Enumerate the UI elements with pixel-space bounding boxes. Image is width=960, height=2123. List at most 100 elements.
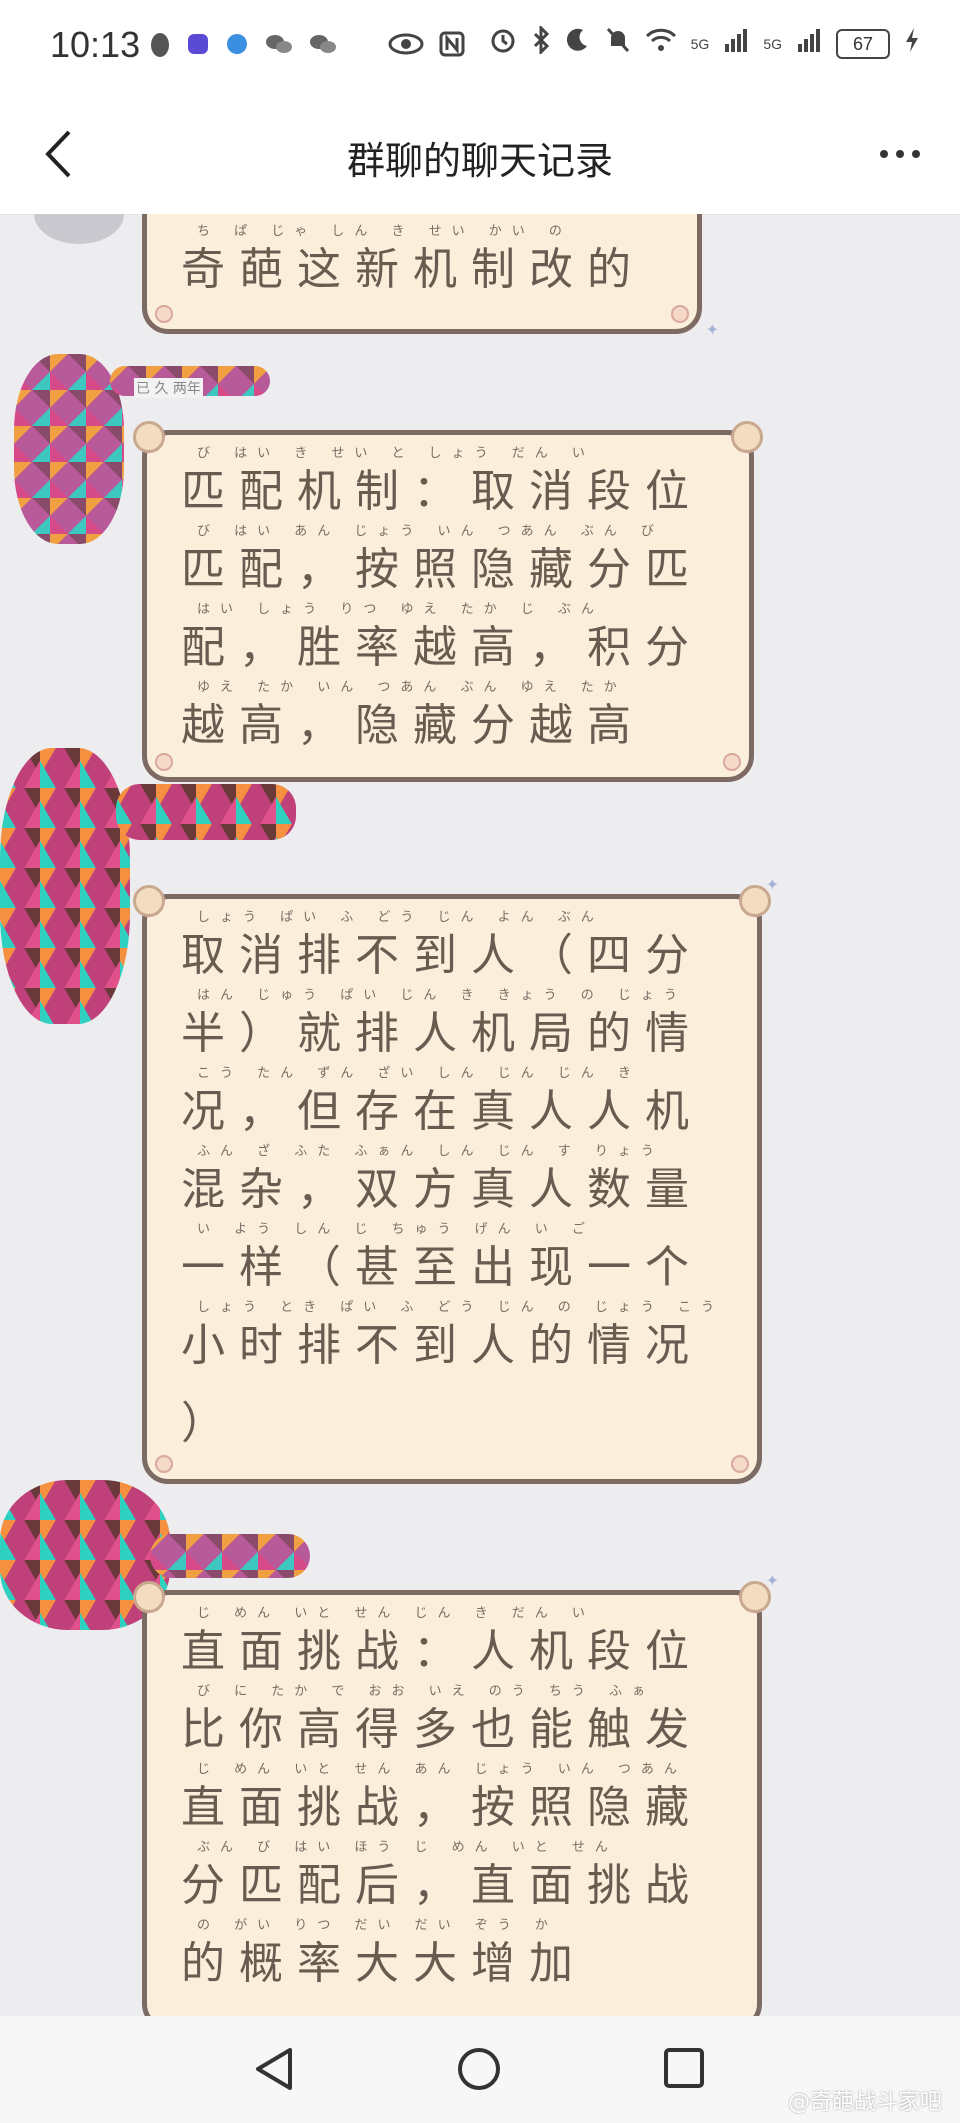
status-icons-right: 5G 5G 67 — [489, 24, 920, 61]
message-ruby: はん じゅう ぱい じん き きょう の じょう — [197, 988, 687, 1003]
message-line: こう たん ずん ざい しん じん じん き 况，但存在真人人机 — [181, 1067, 733, 1151]
avatar[interactable] — [14, 354, 124, 544]
sparkle-icon: ✦ — [705, 320, 719, 339]
message-ruby: はい しょう りつ ゆえ たか じ ぶん — [197, 602, 604, 617]
message-line: び はい あん じょう いん つあん ぶん び 匹配，按照隐藏分匹 — [181, 525, 725, 609]
message-line: び はい き せい と しょう だん い 匹配机制：取消段位 — [181, 447, 725, 531]
message-line: しょう ぱい ふ どう じん よん ぶん 取消排不到人（四分 — [181, 911, 733, 995]
message-line: しょう とき ぱい ふ どう じん の じょう こう 小时排不到人的情况 — [181, 1301, 733, 1385]
message-text: 奇葩这新机制改的 — [181, 244, 645, 295]
page-title: 群聊的聊天记录 — [346, 139, 613, 183]
home-circle-icon[interactable] — [456, 2046, 502, 2096]
message-text: 半）就排人机局的情 — [181, 1008, 703, 1059]
wechat-icon — [264, 30, 294, 65]
message-text: 匹配机制：取消段位 — [181, 466, 703, 517]
message-text: 的概率大大增加 — [181, 1938, 587, 1989]
bubble-decoration — [155, 305, 173, 323]
sparkle-icon: ✦ — [765, 1571, 779, 1590]
message-ruby: い よう しん じ ちゅう げん い ご — [197, 1222, 595, 1237]
message-text: 取消排不到人（四分 — [181, 930, 703, 981]
message-line: じ めん いと せん じん き だん い 直面挑战：人机段位 — [181, 1607, 733, 1691]
eye-icon — [388, 30, 424, 65]
avatar[interactable] — [34, 214, 124, 244]
back-triangle-icon[interactable] — [252, 2046, 298, 2096]
browser-icon — [224, 30, 250, 65]
status-bar: 10:13 5G 5G 67 — [0, 0, 960, 96]
message-ruby: び に たか で おお いえ のう ちう ふぁ — [197, 1684, 656, 1699]
message-line: はい しょう りつ ゆえ たか じ ぶん 配，胜率越高，积分 — [181, 603, 725, 687]
message-ruby: こう たん ずん ざい しん じん じん き — [197, 1066, 641, 1081]
avatar-flag-decoration — [150, 1534, 310, 1578]
chat-header: 群聊的聊天记录 — [0, 96, 960, 215]
battery-level: 67 — [836, 28, 890, 59]
bubble-decoration — [723, 753, 741, 771]
signal-icon — [723, 26, 749, 61]
message-line: ゆえ たか いん つあん ぶん ゆえ たか 越高，隐藏分越高 — [181, 681, 725, 765]
message-line: ） — [181, 1385, 733, 1463]
message-ruby: び はい あん じょう いん つあん ぶん び — [197, 524, 664, 539]
message-line: ふん ざ ふた ふぁん しん じん す りょう 混杂，双方真人数量 — [181, 1145, 733, 1229]
message-ruby: じ めん いと せん あん じょう いん つあん — [197, 1762, 687, 1777]
nfc-icon — [438, 30, 466, 65]
charging-icon — [904, 26, 920, 61]
bluetooth-icon — [531, 24, 551, 61]
wechat-icon — [308, 30, 338, 65]
message-text: 比你高得多也能触发 — [181, 1704, 703, 1755]
signal-icon — [796, 26, 822, 61]
message-bubble[interactable]: しょう ぱい ふ どう じん よん ぶん 取消排不到人（四分 はん じゅう ぱい… — [133, 875, 779, 1484]
alarm-icon — [489, 26, 517, 61]
message-line: ぶん び はい ほう じ めん いと せん 分匹配后，直面挑战 — [181, 1841, 733, 1925]
message-line: い よう しん じ ちゅう げん い ご 一样（甚至出现一个 — [181, 1223, 733, 1307]
wifi-icon — [645, 26, 677, 61]
sparkle-icon: ✦ — [765, 875, 779, 894]
mute-bell-icon — [605, 26, 631, 61]
message-ruby: ち ぱ じゃ しん き せい かい の — [197, 224, 572, 239]
message-line: はん じゅう ぱい じん き きょう の じょう 半）就排人机局的情 — [181, 989, 733, 1073]
message-bubble[interactable]: び はい き せい と しょう だん い 匹配机制：取消段位 び はい あん じ… — [133, 421, 763, 782]
message-ruby: ゆえ たか いん つあん ぶん ゆえ たか — [197, 680, 627, 695]
penguin-icon — [148, 30, 172, 65]
bubble-decoration — [671, 305, 689, 323]
chat-history[interactable]: ち ぱ じゃ しん き せい かい の 奇葩这新机制改的 ✦ 已 久 两年 び … — [0, 214, 960, 2016]
message-text: 小时排不到人的情况 — [181, 1320, 703, 1371]
message-ruby: しょう とき ぱい ふ どう じん の じょう こう — [197, 1300, 725, 1315]
avatar[interactable] — [0, 748, 130, 1024]
message-ruby: の がい りつ だい だい ぞう か — [197, 1918, 558, 1933]
message-line: の がい りつ だい だい ぞう か 的概率大大增加 — [181, 1919, 733, 2003]
moon-icon — [565, 26, 591, 61]
bubble-decoration — [155, 1455, 173, 1473]
status-icons-left — [148, 30, 466, 65]
message-line: じ めん いと せん あん じょう いん つあん 直面挑战，按照隐藏 — [181, 1763, 733, 1847]
message-line: ち ぱ じゃ しん き せい かい の 奇葩这新机制改的 — [181, 225, 673, 309]
message-text: ） — [181, 1398, 239, 1449]
more-options-icon[interactable] — [864, 130, 936, 178]
bubble-decoration — [155, 753, 173, 771]
message-text: 配，胜率越高，积分 — [181, 622, 703, 673]
message-ruby: ぶん び はい ほう じ めん いと せん — [197, 1840, 618, 1855]
message-ruby: ふん ざ ふた ふぁん しん じん す りょう — [197, 1144, 664, 1159]
message-text: 直面挑战：人机段位 — [181, 1626, 703, 1677]
message-text: 越高，隐藏分越高 — [181, 700, 645, 751]
message-bubble[interactable]: じ めん いと せん じん き だん い 直面挑战：人机段位 び に たか で … — [133, 1571, 779, 2016]
status-time: 10:13 — [50, 24, 141, 65]
tieba-icon — [186, 30, 210, 65]
message-ruby: しょう ぱい ふ どう じん よん ぶん — [197, 910, 604, 925]
message-ruby: び はい き せい と しょう だん い — [197, 446, 595, 461]
message-line: び に たか で おお いえ のう ちう ふぁ 比你高得多也能触发 — [181, 1685, 733, 1769]
watermark: @奇葩战斗家吧 — [787, 2090, 942, 2115]
message-text: 混杂，双方真人数量 — [181, 1164, 703, 1215]
recent-square-icon[interactable] — [662, 2046, 706, 2094]
bubble-decoration — [731, 1455, 749, 1473]
signal-label-2: 5G — [763, 35, 782, 52]
system-nav-bar: @奇葩战斗家吧 — [0, 2016, 960, 2123]
message-text: 一样（甚至出现一个 — [181, 1242, 703, 1293]
sender-nickname: 已 久 两年 — [134, 378, 203, 398]
avatar-flag-decoration — [116, 784, 296, 840]
message-text: 分匹配后，直面挑战 — [181, 1860, 703, 1911]
message-text: 直面挑战，按照隐藏 — [181, 1782, 703, 1833]
message-bubble[interactable]: ち ぱ じゃ しん き せい かい の 奇葩这新机制改的 ✦ — [142, 214, 719, 339]
message-text: 匹配，按照隐藏分匹 — [181, 544, 703, 595]
signal-label-1: 5G — [690, 35, 710, 52]
message-ruby: じ めん いと せん じん き だん い — [197, 1606, 595, 1621]
message-text: 况，但存在真人人机 — [181, 1086, 703, 1137]
